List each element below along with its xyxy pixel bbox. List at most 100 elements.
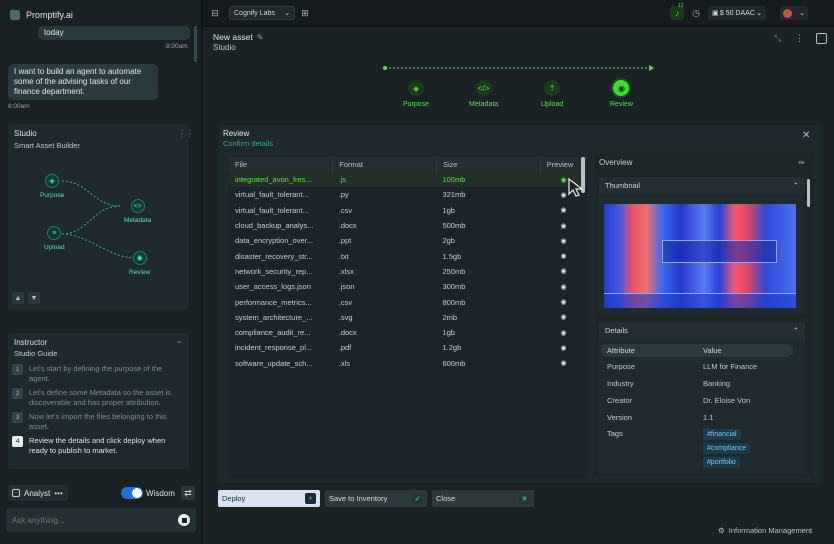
file-name-cell: compliance_audit_re... <box>235 328 311 338</box>
studio-node-purpose[interactable]: ◈ Purpose <box>40 174 64 199</box>
chat-input[interactable] <box>12 513 162 527</box>
progress-track <box>383 65 654 71</box>
review-subtitle: Confirm details <box>223 139 274 148</box>
preview-eye-icon[interactable]: ◉ <box>540 248 587 263</box>
step-upload[interactable]: ⇡ Upload <box>541 80 563 108</box>
preview-eye-icon[interactable]: ◉ <box>540 264 587 279</box>
file-size-cell: 300mb <box>442 282 466 292</box>
footer-info[interactable]: ⚙ Information Management <box>718 526 812 535</box>
file-format-cell: .json <box>338 282 355 292</box>
collapse-icon[interactable]: ⤡ <box>774 33 781 44</box>
tag-badge[interactable]: #portfolio <box>703 457 740 468</box>
col-size[interactable]: Size <box>436 157 541 172</box>
chevron-down-icon[interactable]: ⌄ <box>176 336 183 345</box>
studio-node-review[interactable]: ◉ Review <box>129 251 150 276</box>
table-row[interactable]: network_security_rep... .xlsx 250mb ◉ <box>229 264 587 279</box>
thumbs-up-icon[interactable]: ▲ <box>12 292 24 304</box>
thumbnail-image[interactable] <box>604 204 796 308</box>
chevron-up-icon: ⌃ <box>792 180 799 190</box>
review-panel: Review Confirm details ✕ File Format Siz… <box>219 125 820 483</box>
clock-icon[interactable]: ◷ <box>689 6 703 20</box>
table-row[interactable]: system_architecture_... .svg 2mb ◉ <box>229 310 587 325</box>
thumbs-down-icon[interactable]: ▼ <box>28 292 40 304</box>
studio-node-upload[interactable]: ≡ Upload <box>44 226 65 251</box>
preview-eye-icon[interactable]: ◉ <box>540 203 587 218</box>
close-button[interactable]: Close ✕ <box>432 490 534 507</box>
col-preview[interactable]: Preview <box>540 157 587 172</box>
overview-scrollbar[interactable] <box>807 179 810 207</box>
instructor-step: 3 Now let's import the files belonging t… <box>12 412 184 432</box>
sidebar-toggle-icon[interactable]: ⊟ <box>208 6 222 20</box>
grid-apps-icon[interactable]: ⊞ <box>298 6 312 20</box>
preview-eye-icon[interactable]: ◉ <box>540 279 587 294</box>
table-row[interactable]: virtual_fault_tolerant... .py 321mb ◉ <box>229 187 587 202</box>
wallet-balance[interactable]: ▣ $ 50 DAAC ⌄ <box>708 6 766 20</box>
chevron-down-icon: ⌄ <box>799 10 805 17</box>
details-row: Creator Dr. Eloise Von <box>601 392 793 409</box>
overview-panel: Overview ⇹ Thumbnail ⌃ Details ⌃ Attribu… <box>595 154 814 476</box>
col-format[interactable]: Format <box>332 157 437 172</box>
file-size-cell: 2gb <box>442 236 455 246</box>
feedback-buttons: ▲ ▼ <box>12 292 40 304</box>
window-icon[interactable] <box>816 33 827 44</box>
preview-eye-icon[interactable]: ◉ <box>540 294 587 309</box>
wisdom-toggle[interactable] <box>121 487 143 499</box>
step-metadata[interactable]: </> Metadata <box>469 80 498 108</box>
table-row[interactable]: software_update_sch... .xls 600mb ◉ <box>229 356 587 371</box>
preview-eye-icon[interactable]: ◉ <box>540 340 587 355</box>
close-icon[interactable]: ✕ <box>802 130 810 141</box>
preview-eye-icon[interactable]: ◉ <box>540 233 587 248</box>
step-label: Upload <box>541 101 564 108</box>
details-header[interactable]: Details ⌃ <box>599 322 805 338</box>
close-icon: ✕ <box>519 493 530 504</box>
table-row[interactable]: cloud_backup_analys... .docx 500mb ◉ <box>229 218 587 233</box>
deploy-button[interactable]: Deploy › <box>218 490 320 507</box>
agent-selector[interactable]: Analyst ••• <box>8 485 68 501</box>
instructor-step: 2 Let's define some Metadata so the asse… <box>12 388 184 408</box>
attr-key: Version <box>607 413 633 422</box>
table-row[interactable]: performance_metrics... .csv 800mb ◉ <box>229 294 587 309</box>
settings-sliders-icon[interactable]: ⇄ <box>181 486 195 500</box>
preview-eye-icon[interactable]: ◉ <box>540 218 587 233</box>
studio-node-metadata[interactable]: <> Metadata <box>124 199 151 224</box>
preview-eye-icon[interactable]: ◉ <box>540 356 587 371</box>
preview-eye-icon[interactable]: ◉ <box>540 310 587 325</box>
col-file[interactable]: File <box>229 157 334 172</box>
more-vertical-icon[interactable]: ⋮ <box>795 33 804 44</box>
preview-eye-icon[interactable]: ◉ <box>540 325 587 340</box>
table-row[interactable]: user_access_logs.json .json 300mb ◉ <box>229 279 587 294</box>
file-size-cell: 100mb <box>436 172 541 188</box>
studio-node-label: Upload <box>44 244 65 251</box>
file-format-cell: .xls <box>338 358 350 368</box>
more-icon[interactable]: ••• <box>54 489 62 498</box>
stop-icon <box>181 517 187 523</box>
thumbnail-header[interactable]: Thumbnail ⌃ <box>599 177 805 193</box>
eye-icon: ◉ <box>613 80 630 96</box>
chat-scrollbar[interactable] <box>194 26 197 62</box>
table-row[interactable]: compliance_audit_re... .docx 1gb ◉ <box>229 325 587 340</box>
table-row[interactable]: data_encryption_over... .ppt 2gb ◉ <box>229 233 587 248</box>
save-to-inventory-button[interactable]: Save to Inventory ✓ <box>325 490 427 507</box>
step-purpose[interactable]: ◈ Purpose <box>403 80 429 108</box>
pencil-icon[interactable]: ✎ <box>257 33 264 42</box>
asset-subtitle: Studio <box>213 43 236 52</box>
studio-node-label: Review <box>129 269 151 276</box>
split-view-icon[interactable]: ⇹ <box>798 158 805 167</box>
step-label: Purpose <box>403 101 430 108</box>
asset-title-row: New asset ✎ <box>213 32 263 42</box>
file-size-cell: 321mb <box>442 190 466 200</box>
file-name-cell: system_architecture_... <box>235 312 313 322</box>
step-review[interactable]: ◉ Review <box>610 80 633 108</box>
file-format-cell: .txt <box>338 251 349 261</box>
table-row[interactable]: disaster_recovery_str... .txt 1.5gb ◉ <box>229 248 587 263</box>
brand[interactable]: Promptify.ai <box>10 10 73 20</box>
table-row[interactable]: integrated_avon_fres... .js 100mb ◉ <box>229 172 587 188</box>
tag-badge[interactable]: #compliance <box>703 443 751 454</box>
org-select[interactable]: Cognify Labs ⌄ <box>229 6 295 20</box>
user-menu[interactable]: ⌄ <box>780 6 808 20</box>
tag-badge[interactable]: #financial <box>703 429 741 440</box>
file-table-container: File Format Size Preview integrated_avon… <box>229 157 587 479</box>
table-row[interactable]: virtual_fault_tolerant... .csv 1gb ◉ <box>229 203 587 218</box>
stop-button[interactable] <box>178 514 190 526</box>
table-row[interactable]: incident_response_pl... .pdf 1.2gb ◉ <box>229 340 587 355</box>
